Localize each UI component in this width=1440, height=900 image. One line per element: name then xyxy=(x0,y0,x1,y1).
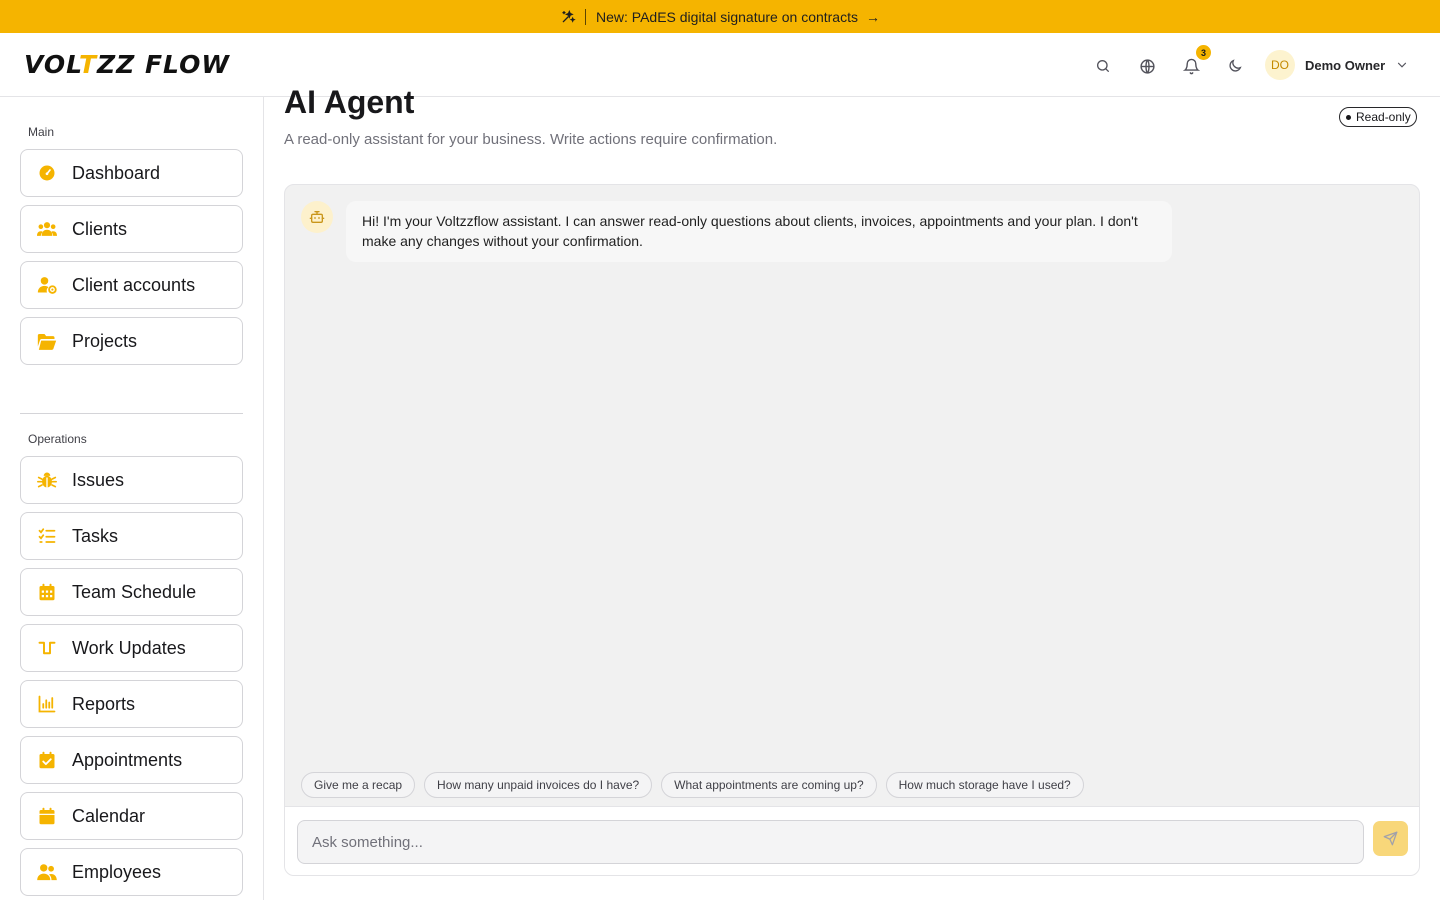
sidebar-item-label: Employees xyxy=(72,861,162,882)
sidebar-item-label: Reports xyxy=(72,693,136,714)
activity-icon xyxy=(37,638,57,658)
sidebar-item-calendar[interactable]: Calendar xyxy=(20,792,243,840)
sidebar-item-clients[interactable]: Clients xyxy=(20,205,243,253)
suggestion-chip[interactable]: What appointments are coming up? xyxy=(661,772,877,798)
sidebar-item-label: Tasks xyxy=(72,525,119,546)
user-name: Demo Owner xyxy=(1305,57,1386,73)
page-subtitle: A read-only assistant for your business.… xyxy=(284,131,778,148)
sidebar-item-label: Clients xyxy=(72,218,128,239)
gauge-icon xyxy=(37,163,57,183)
sidebar-section-label: Operations xyxy=(28,432,87,446)
bot-icon xyxy=(301,201,333,233)
sidebar-item-appointments[interactable]: Appointments xyxy=(20,736,243,784)
chat-panel: Hi! I'm your Voltzzflow assistant. I can… xyxy=(284,184,1420,876)
sidebar-item-work-updates[interactable]: Work Updates xyxy=(20,624,243,672)
suggestion-chips: Give me a recap How many unpaid invoices… xyxy=(301,772,1084,798)
folder-open-icon xyxy=(37,331,57,351)
suggestion-chip[interactable]: How many unpaid invoices do I have? xyxy=(424,772,653,798)
send-button[interactable] xyxy=(1373,821,1408,856)
banner-text[interactable]: New: PAdES digital signature on contract… xyxy=(596,9,858,25)
bug-icon xyxy=(37,470,57,490)
status-badge-label: Read-only xyxy=(1356,110,1411,124)
sparkles-icon xyxy=(560,9,576,25)
calendar-icon xyxy=(37,806,57,826)
sidebar-item-issues[interactable]: Issues xyxy=(20,456,243,504)
top-header: VOLTZZ FLOW 3 DO Demo Owner xyxy=(0,33,1440,97)
chevron-down-icon xyxy=(1395,58,1409,72)
list-checks-icon xyxy=(37,526,57,546)
send-icon xyxy=(1383,831,1398,846)
announcement-banner[interactable]: New: PAdES digital signature on contract… xyxy=(0,0,1440,33)
status-dot xyxy=(1346,114,1351,120)
logo[interactable]: VOLTZZ FLOW xyxy=(24,50,230,79)
sidebar-item-label: Dashboard xyxy=(72,162,161,183)
calendar-grid-icon xyxy=(37,582,57,602)
search-icon[interactable] xyxy=(1091,54,1115,78)
sidebar-item-reports[interactable]: Reports xyxy=(20,680,243,728)
sidebar-item-employees[interactable]: Employees xyxy=(20,848,243,896)
sidebar-item-tasks[interactable]: Tasks xyxy=(20,512,243,560)
suggestion-chip[interactable]: How much storage have I used? xyxy=(885,772,1084,798)
calendar-check-icon xyxy=(37,750,57,770)
sidebar: Main Dashboard Clients Client accounts P… xyxy=(0,97,264,900)
users-icon xyxy=(37,862,57,882)
sidebar-item-label: Issues xyxy=(72,469,125,490)
sidebar-item-label: Team Schedule xyxy=(72,581,197,602)
moon-icon[interactable] xyxy=(1223,54,1247,78)
sidebar-item-label: Client accounts xyxy=(72,274,196,295)
sidebar-item-label: Work Updates xyxy=(72,637,186,658)
sidebar-item-projects[interactable]: Projects xyxy=(20,317,243,365)
user-menu[interactable]: DO Demo Owner xyxy=(1265,49,1409,81)
arrow-right-icon: → xyxy=(866,8,880,25)
globe-icon[interactable] xyxy=(1135,54,1159,78)
bar-chart-icon xyxy=(37,694,57,714)
sidebar-item-label: Appointments xyxy=(72,749,183,770)
users-icon xyxy=(37,219,57,239)
suggestion-chip[interactable]: Give me a recap xyxy=(301,772,416,798)
sidebar-item-dashboard[interactable]: Dashboard xyxy=(20,149,243,197)
sidebar-item-label: Projects xyxy=(72,330,138,351)
sidebar-item-team-schedule[interactable]: Team Schedule xyxy=(20,568,243,616)
assistant-message: Hi! I'm your Voltzzflow assistant. I can… xyxy=(346,201,1172,262)
user-cog-icon xyxy=(37,275,57,295)
banner-separator xyxy=(585,8,586,25)
status-badge: Read-only xyxy=(1339,107,1417,127)
chat-input-bar xyxy=(285,806,1419,875)
ask-input[interactable] xyxy=(297,820,1364,864)
avatar: DO xyxy=(1265,50,1295,80)
page-title: AI Agent xyxy=(284,84,415,120)
sidebar-section-label: Main xyxy=(28,125,55,139)
notification-count-badge: 3 xyxy=(1196,45,1211,60)
sidebar-divider xyxy=(20,413,243,414)
sidebar-item-client-accounts[interactable]: Client accounts xyxy=(20,261,243,309)
sidebar-item-label: Calendar xyxy=(72,805,146,826)
notifications-bell-icon[interactable]: 3 xyxy=(1179,45,1211,78)
